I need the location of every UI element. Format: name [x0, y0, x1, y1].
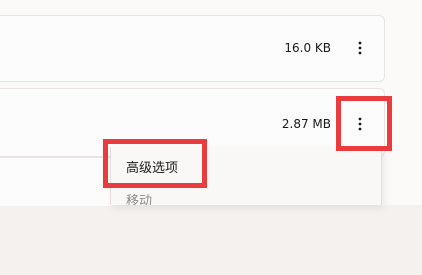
file-row-partial	[0, 157, 112, 206]
file-size: 16.0 KB	[284, 41, 331, 55]
more-options-button[interactable]	[346, 110, 374, 138]
menu-item-move: 移动	[126, 194, 153, 205]
file-row[interactable]: 16.0 KB	[0, 15, 385, 82]
menu-item-advanced-options[interactable]: 高级选项	[126, 157, 178, 176]
more-vertical-icon	[358, 41, 362, 55]
more-options-button[interactable]	[346, 34, 374, 62]
file-list-area: 16.0 KB 2.87 MB 高级选项 移动	[0, 0, 422, 206]
file-size: 2.87 MB	[281, 117, 331, 131]
more-vertical-icon	[358, 117, 362, 131]
context-menu: 高级选项 移动	[110, 147, 382, 205]
